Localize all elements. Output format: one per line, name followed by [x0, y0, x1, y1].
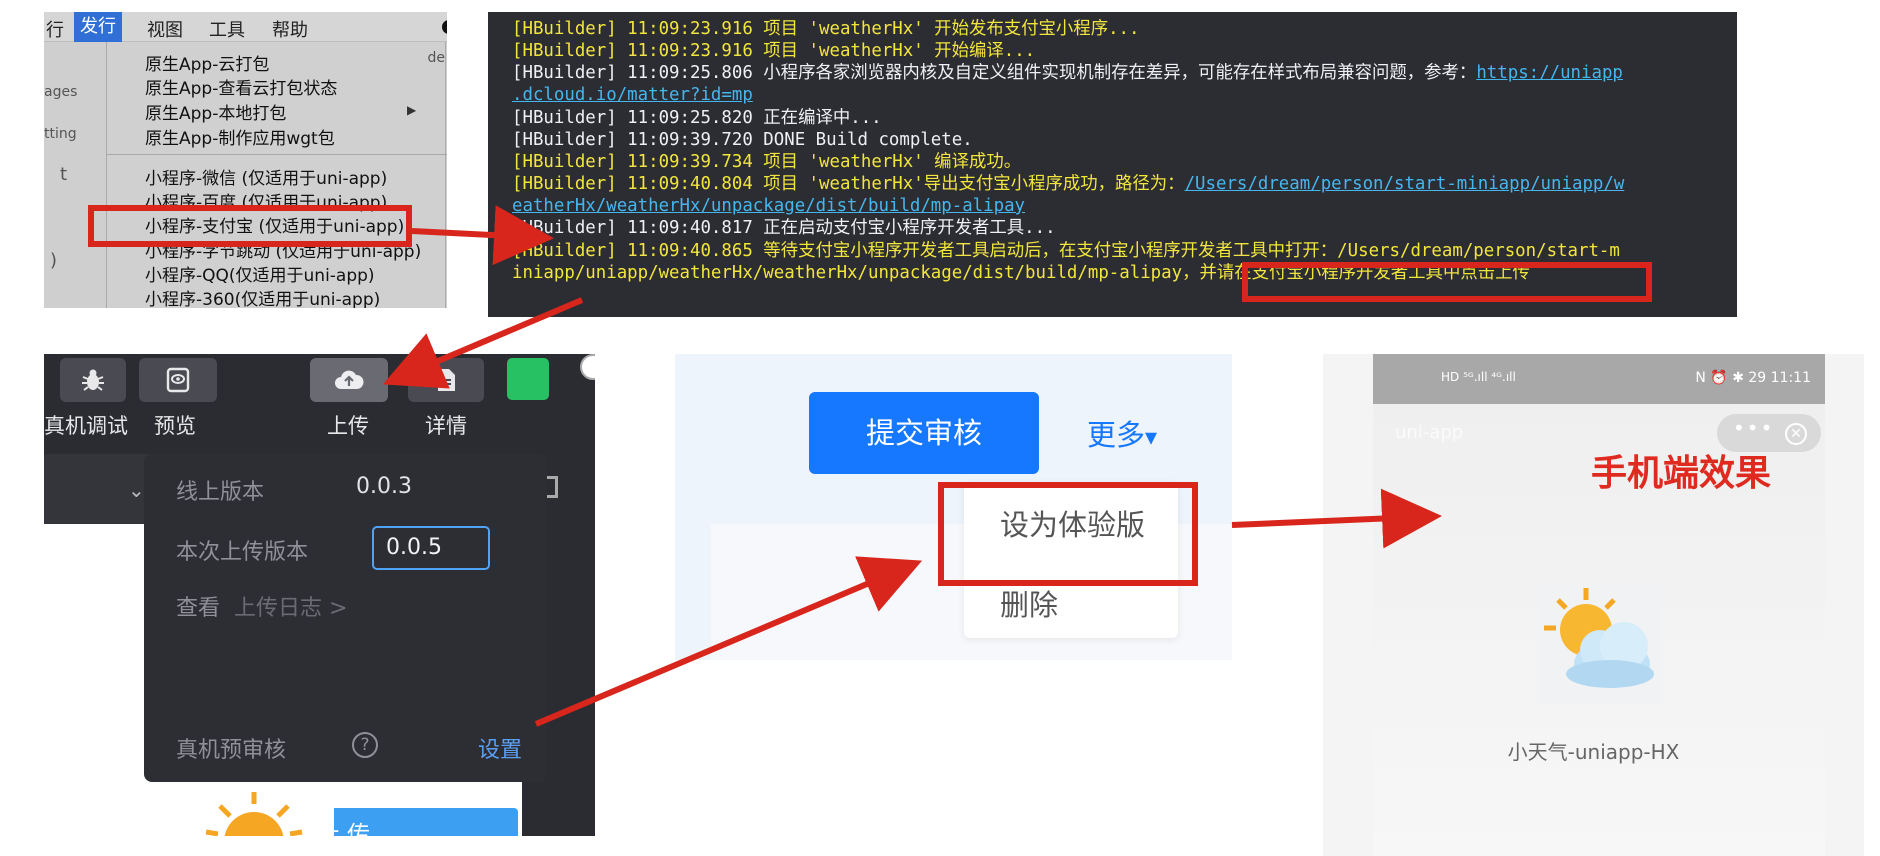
console-line: iniapp/uniapp/weatherHx/weatherHx/unpack… — [512, 263, 1530, 283]
phone-preview: HD ⁵ᴳ.ıll ⁴ᴳ.ıll N ⏰ ✱ 29 11:11 uni-app … — [1323, 354, 1864, 856]
nav-title: uni-app — [1395, 422, 1464, 443]
side-fragment: tting — [44, 126, 77, 142]
console-link[interactable]: .dcloud.io/matter?id=mp — [512, 84, 753, 106]
more-icon[interactable]: ••• — [1733, 416, 1774, 440]
precheck-label: 真机预审核 — [176, 738, 287, 763]
details-label: 详情 — [425, 414, 467, 438]
hbuilder-publish-menu: 行 发行 视图 工具 帮助 ages tting t ) 原生App-云打包 原… — [44, 12, 447, 308]
details-button[interactable] — [408, 358, 484, 402]
menu-item-mp-weixin[interactable]: 小程序-微信 (仅适用于uni-app) — [145, 164, 387, 189]
cloud-upload-icon — [335, 370, 364, 389]
menu-item-app-wgt[interactable]: 原生App-制作应用wgt包 — [145, 124, 335, 149]
upload-log-link[interactable]: 上传日志 > — [234, 590, 347, 622]
menubar-item-view[interactable]: 视图 — [147, 16, 183, 42]
view-label: 查看 — [176, 596, 221, 621]
sun-icon — [205, 792, 303, 836]
debug-label: 真机调试 — [44, 414, 128, 438]
menu-item-mp-baidu[interactable]: 小程序-百度 (仅适用于uni-app) — [145, 188, 387, 213]
upload-tool-label: 上传 — [327, 414, 369, 438]
version-management-panel: 提交审核 更多▾ 设为体验版 删除 — [675, 354, 1232, 660]
upload-tool-button[interactable] — [310, 358, 388, 402]
debug-button[interactable] — [60, 358, 126, 402]
console-line: [HBuilder] 11:09:40.817 正在启动支付宝小程序开发者工具.… — [512, 218, 1056, 238]
submit-review-button[interactable]: 提交审核 — [809, 392, 1039, 474]
menubar-item-tools[interactable]: 工具 — [209, 16, 245, 42]
app-icon[interactable] — [1540, 584, 1660, 704]
online-version-label: 线上版本 — [176, 480, 265, 505]
menu-item-app-cloud-status[interactable]: 原生App-查看云打包状态 — [145, 74, 337, 99]
console-line: [HBuilder] 11:09:23.916 项目 'weatherHx' 开… — [512, 19, 1140, 39]
document-icon — [438, 369, 455, 391]
menu-item-mp-360[interactable]: 小程序-360(仅适用于uni-app) — [145, 285, 380, 308]
publish-dropdown: 原生App-云打包 原生App-查看云打包状态 原生App-本地打包 ▶ 原生A… — [106, 42, 447, 308]
preview-button[interactable] — [139, 358, 217, 402]
side-fragment: ) — [50, 250, 58, 271]
console-link[interactable]: https://uniapp — [1476, 63, 1623, 83]
console-link[interactable]: eatherHx/weatherHx/unpackage/dist/build/… — [512, 195, 1025, 217]
console-line: [HBuilder] 11:09:25.806 小程序各家浏览器内核及自定义组件… — [512, 62, 1623, 84]
weather-sun-cloud-icon — [1544, 588, 1654, 688]
console-line-text: [HBuilder] 11:09:25.806 小程序各家浏览器内核及自定义组件… — [512, 63, 1477, 83]
alipay-devtools-upload: 真机调试 预览 上传 详情 ⌄ -app 线上版本 0.0.3 本次上传版本 0… — [44, 354, 595, 836]
console-line-text: [HBuilder] 11:09:40.804 项目 'weatherHx'导出… — [512, 174, 1185, 194]
phone-statusbar: HD ⁵ᴳ.ıll ⁴ᴳ.ıll N ⏰ ✱ 29 11:11 — [1373, 354, 1825, 404]
signal-indicators: HD ⁵ᴳ.ıll ⁴ᴳ.ıll — [1441, 370, 1516, 384]
menu-item-mp-qq[interactable]: 小程序-QQ(仅适用于uni-app) — [145, 261, 375, 286]
simulator-title-fragment: -app — [44, 586, 110, 616]
this-version-label: 本次上传版本 — [176, 540, 309, 565]
eye-icon — [166, 367, 190, 393]
status-icons-time: N ⏰ ✱ 29 11:11 — [1695, 370, 1811, 386]
menu-item-app-local-pack[interactable]: 原生App-本地打包 — [145, 99, 286, 124]
online-version-value: 0.0.3 — [356, 474, 412, 499]
menubar-item-run[interactable]: 行 — [46, 16, 64, 42]
preview-label: 预览 — [154, 414, 196, 438]
console-line: [HBuilder] 11:09:39.720 DONE Build compl… — [512, 130, 973, 150]
upload-popover: 线上版本 0.0.3 本次上传版本 0.0.5 查看 上传日志 > 真机预审核 … — [144, 454, 547, 836]
window-edge-icon — [442, 20, 447, 34]
console-line: [HBuilder] 11:09:39.734 项目 'weatherHx' 编… — [512, 152, 1022, 172]
console-line: [HBuilder] 11:09:40.804 项目 'weatherHx'导出… — [512, 173, 1624, 195]
side-fragment: ages — [44, 84, 78, 100]
settings-link[interactable]: 设置 — [478, 732, 522, 764]
delete-item[interactable]: 删除 — [1000, 582, 1058, 624]
side-fragment-right: de — [427, 50, 446, 66]
close-icon[interactable]: ✕ — [1785, 423, 1807, 445]
side-fragment: t — [60, 164, 68, 185]
menu-item-mp-toutiao[interactable]: 小程序-字节跳动 (仅适用于uni-app) — [145, 237, 421, 262]
menu-separator — [107, 154, 447, 155]
help-icon[interactable]: ? — [352, 732, 378, 758]
menu-item-mp-alipay[interactable]: 小程序-支付宝 (仅适用于uni-app) — [145, 212, 404, 237]
hbuilder-console: [HBuilder] 11:09:23.916 项目 'weatherHx' 开… — [488, 12, 1737, 317]
app-name: 小天气-uniapp-HX — [1507, 740, 1680, 764]
app-icon-partial — [174, 782, 334, 836]
more-dropdown-toggle[interactable]: 更多▾ — [1087, 412, 1157, 454]
console-link[interactable]: /Users/dream/person/start-miniapp/uniapp… — [1185, 174, 1625, 194]
set-trial-version-item[interactable]: 设为体验版 — [1000, 502, 1145, 544]
menubar-item-publish[interactable]: 发行 — [74, 12, 122, 42]
more-label: 更多 — [1087, 418, 1146, 452]
submenu-arrow-icon: ▶ — [407, 103, 417, 117]
console-line: [HBuilder] 11:09:23.916 项目 'weatherHx' 开… — [512, 41, 1036, 61]
version-input[interactable]: 0.0.5 — [372, 526, 490, 570]
green-status-block — [507, 358, 549, 400]
console-line: [HBuilder] 11:09:40.865 等待支付宝小程序开发者工具启动后… — [512, 241, 1620, 261]
bug-icon — [82, 369, 104, 391]
chevron-down-icon: ⌄ — [128, 478, 145, 502]
more-dropdown: 设为体验版 删除 — [964, 482, 1178, 638]
console-line: [HBuilder] 11:09:25.820 正在编译中... — [512, 108, 882, 128]
devtools-toolbar: 真机调试 预览 上传 详情 — [44, 354, 595, 454]
phone-effect-label: 手机端效果 — [1591, 453, 1772, 494]
menubar: 行 发行 视图 工具 帮助 — [44, 12, 447, 42]
caret-down-icon: ▾ — [1145, 423, 1158, 451]
menu-item-app-cloud-pack[interactable]: 原生App-云打包 — [145, 50, 269, 75]
menubar-item-help[interactable]: 帮助 — [272, 16, 308, 42]
